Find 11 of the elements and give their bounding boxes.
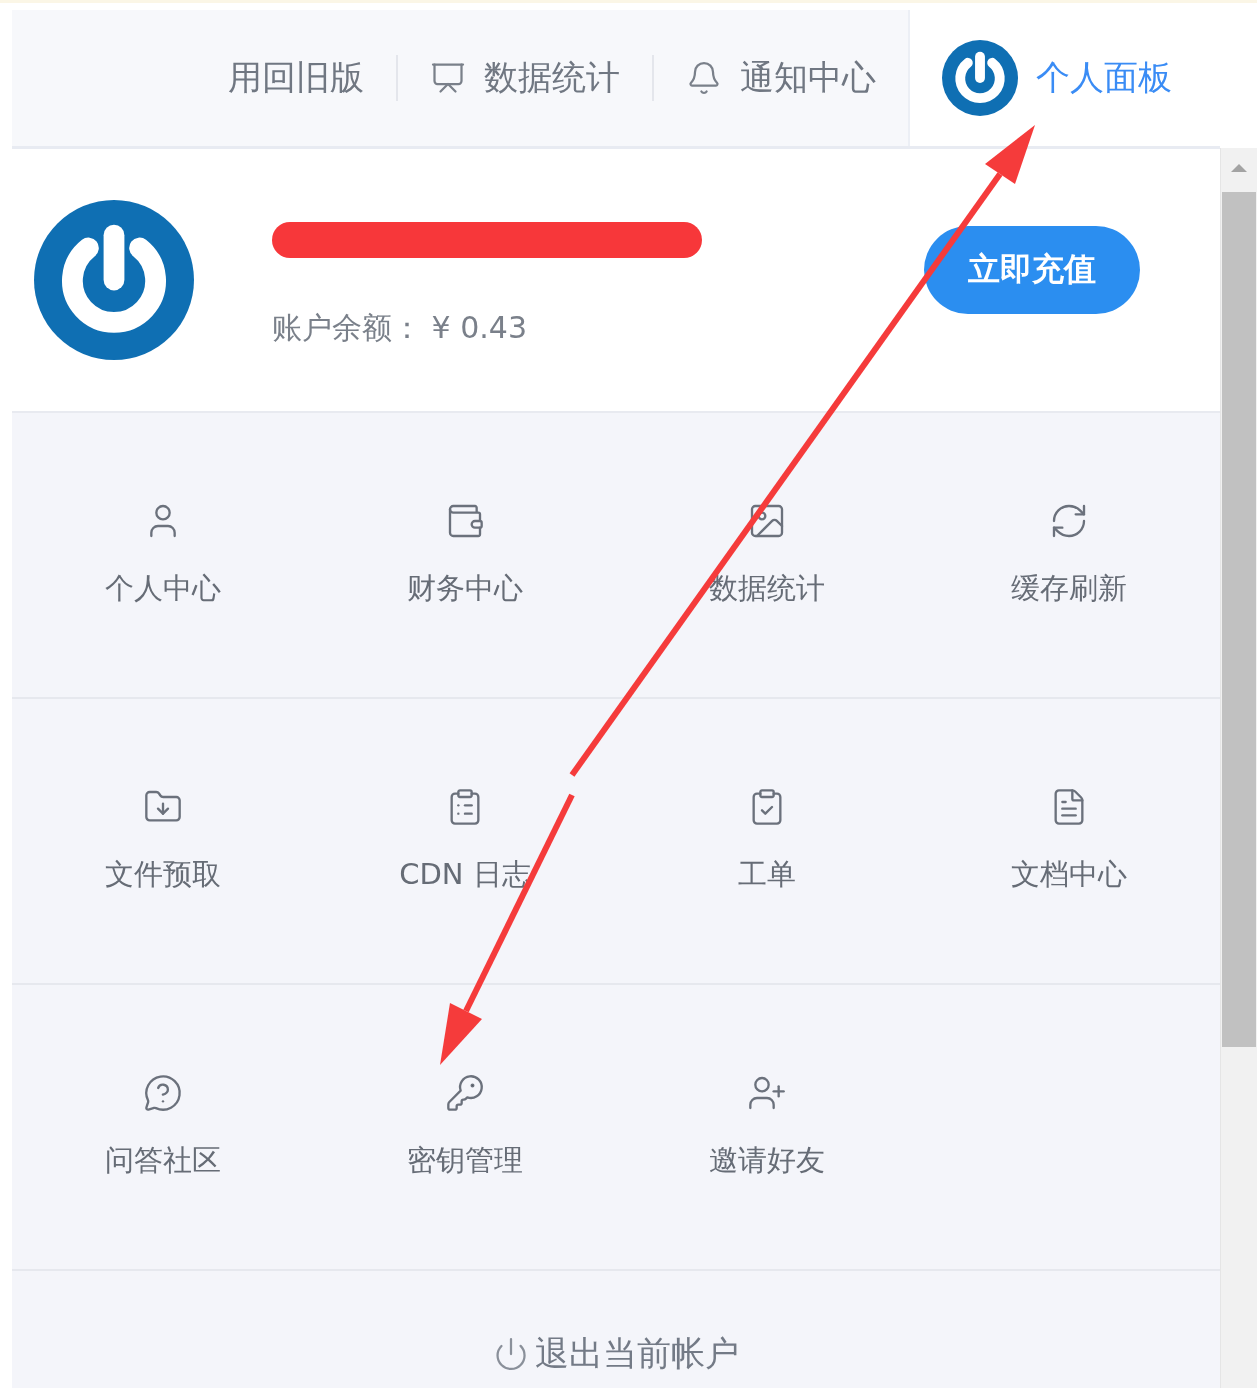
- menu-tile[interactable]: 个人中心: [12, 413, 314, 699]
- nav-tab[interactable]: 用回旧版: [196, 10, 396, 146]
- menu-tile[interactable]: 文件预取: [12, 699, 314, 985]
- logout-link[interactable]: 退出当前帐户: [493, 1331, 739, 1377]
- recharge-button[interactable]: 立即充值: [924, 226, 1140, 314]
- balance-text: 账户余额： ¥ 0.43: [272, 308, 528, 347]
- nav-tab[interactable]: 个人面板: [908, 10, 1220, 146]
- nav-tab[interactable]: 数据统计: [398, 10, 652, 146]
- menu-tile[interactable]: 工单: [616, 699, 918, 985]
- nav-tab[interactable]: 通知中心: [654, 10, 908, 146]
- menu-tile[interactable]: 财务中心: [314, 413, 616, 699]
